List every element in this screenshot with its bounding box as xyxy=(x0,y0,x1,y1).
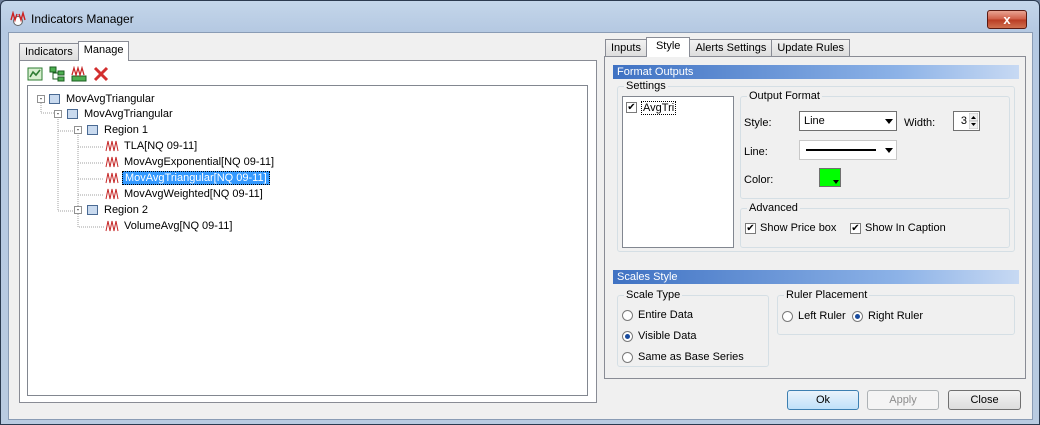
chevron-down-icon xyxy=(885,119,893,124)
close-button[interactable]: Close xyxy=(948,390,1021,410)
show-price-box-checkbox[interactable]: ✔ xyxy=(745,223,756,234)
indicator-wave-icon xyxy=(105,140,119,152)
width-value: 3 xyxy=(960,115,967,127)
scale-type-title: Scale Type xyxy=(624,289,683,301)
indicator-wave-icon xyxy=(105,172,119,184)
style-dropdown[interactable]: Line xyxy=(799,111,897,131)
settings-item-label[interactable]: AvgTri xyxy=(641,101,677,115)
tree-node-label: MovAvgTriangular xyxy=(66,93,155,105)
tree-item-label: MovAvgExponential[NQ 09-11] xyxy=(124,156,275,168)
tree-node-region-1[interactable]: Region 1 xyxy=(87,123,150,137)
ok-button[interactable]: Ok xyxy=(787,390,859,410)
tree-item[interactable]: TLA[NQ 09-11] xyxy=(105,139,199,153)
tree-icon[interactable] xyxy=(49,66,65,82)
tree-node-label: Region 2 xyxy=(104,204,149,216)
tab-manage[interactable]: Manage xyxy=(77,41,130,61)
window-close-button[interactable]: x xyxy=(987,10,1027,29)
tree-node-label: MovAvgTriangular xyxy=(84,108,173,120)
indicator-wave-icon xyxy=(105,188,119,200)
tree-node-root[interactable]: MovAvgTriangular xyxy=(49,92,157,106)
output-format-group: Output Format Style: Line Width: 3 Line:… xyxy=(740,90,1010,199)
tab-alerts-settings[interactable]: Alerts Settings xyxy=(689,39,773,57)
width-label: Width: xyxy=(904,117,936,129)
same-as-base-series-label: Same as Base Series xyxy=(638,351,744,363)
manage-panel: - MovAvgTriangular - MovAvgTriangular - … xyxy=(19,60,597,403)
tree-item[interactable]: VolumeAvg[NQ 09-11] xyxy=(105,219,234,233)
tree-item-label: MovAvgWeighted[NQ 09-11] xyxy=(124,188,263,200)
tree-item[interactable]: MovAvgExponential[NQ 09-11] xyxy=(105,155,276,169)
line-label: Line: xyxy=(744,146,768,158)
right-tab-strip: Inputs Style Alerts Settings Update Rule… xyxy=(605,37,851,57)
panel-icon xyxy=(67,109,78,120)
chevron-down-icon xyxy=(833,180,839,184)
radio-same-as-base-series[interactable] xyxy=(622,352,633,363)
visible-data-label: Visible Data xyxy=(638,330,697,342)
format-outputs-header: Format Outputs xyxy=(613,65,1019,79)
avgtri-checkbox[interactable]: ✔ xyxy=(626,102,637,113)
show-in-caption-checkbox[interactable]: ✔ xyxy=(850,223,861,234)
advanced-group: Advanced ✔ Show Price box ✔ Show In Capt… xyxy=(740,202,1010,248)
show-price-box-label: Show Price box xyxy=(760,222,837,234)
settings-group: Settings ✔ AvgTri Output Format Style: L… xyxy=(617,80,1015,252)
indicator-tree[interactable]: - MovAvgTriangular - MovAvgTriangular - … xyxy=(27,85,588,396)
output-format-title: Output Format xyxy=(747,90,822,102)
style-dropdown-value: Line xyxy=(804,115,825,127)
apply-button[interactable]: Apply xyxy=(867,390,939,410)
settings-list[interactable]: ✔ AvgTri xyxy=(622,96,734,248)
expander-region-1[interactable]: - xyxy=(74,126,82,134)
settings-group-title: Settings xyxy=(624,80,668,92)
right-ruler-label: Right Ruler xyxy=(868,310,924,322)
show-in-caption-label: Show In Caption xyxy=(865,222,946,234)
style-label: Style: xyxy=(744,117,772,129)
color-picker[interactable] xyxy=(819,168,841,187)
region-icon xyxy=(87,205,98,216)
color-label: Color: xyxy=(744,174,774,186)
tree-node-label: Region 1 xyxy=(104,124,149,136)
radio-right-ruler[interactable] xyxy=(852,311,863,322)
advanced-title: Advanced xyxy=(747,202,800,214)
entire-data-label: Entire Data xyxy=(638,309,694,321)
window-title: Indicators Manager xyxy=(31,12,134,26)
indicator-wave-icon xyxy=(105,220,119,232)
tab-update-rules[interactable]: Update Rules xyxy=(771,39,851,57)
radio-visible-data[interactable] xyxy=(622,331,633,342)
scale-type-group: Scale Type Entire Data Visible Data Same… xyxy=(617,289,769,367)
tree-item-label: TLA[NQ 09-11] xyxy=(124,140,198,152)
add-indicator-icon[interactable] xyxy=(27,66,43,82)
indicators-manager-window: Indicators Manager x Indicators Manage -… xyxy=(0,0,1040,425)
scales-style-header: Scales Style xyxy=(613,270,1019,284)
tree-item-label: VolumeAvg[NQ 09-11] xyxy=(124,220,233,232)
tab-inputs[interactable]: Inputs xyxy=(605,39,647,57)
ruler-placement-title: Ruler Placement xyxy=(784,289,870,301)
region-icon xyxy=(87,125,98,136)
delete-icon[interactable] xyxy=(93,66,109,82)
left-ruler-label: Left Ruler xyxy=(798,310,846,322)
indicator-icon[interactable] xyxy=(71,66,87,82)
width-spinner[interactable]: 3 xyxy=(953,111,980,131)
line-sample xyxy=(806,149,876,151)
tab-indicators[interactable]: Indicators xyxy=(19,43,79,61)
tree-node-region-2[interactable]: Region 2 xyxy=(87,203,150,217)
dialog-body: Indicators Manage - MovAvgTriangular - M… xyxy=(8,32,1033,420)
panel-icon xyxy=(49,94,60,105)
tree-item-label: MovAvgTriangular[NQ 09-11] xyxy=(122,171,270,185)
line-dropdown[interactable] xyxy=(799,140,897,160)
chevron-down-icon xyxy=(885,148,893,153)
expander-region-2[interactable]: - xyxy=(74,206,82,214)
expander-child[interactable]: - xyxy=(54,110,62,118)
spinner-arrows-icon[interactable] xyxy=(969,113,978,129)
radio-left-ruler[interactable] xyxy=(782,311,793,322)
left-tab-strip: Indicators Manage xyxy=(19,41,130,61)
tab-style[interactable]: Style xyxy=(645,37,691,57)
tree-item-selected[interactable]: MovAvgTriangular[NQ 09-11] xyxy=(105,171,270,185)
app-icon xyxy=(10,11,26,26)
tree-node-child[interactable]: MovAvgTriangular xyxy=(67,107,175,121)
indicator-wave-icon xyxy=(105,156,119,168)
tree-item[interactable]: MovAvgWeighted[NQ 09-11] xyxy=(105,187,265,201)
expander-root[interactable]: - xyxy=(37,95,45,103)
style-panel: Format Outputs Settings ✔ AvgTri Output … xyxy=(604,56,1026,379)
ruler-placement-group: Ruler Placement Left Ruler Right Ruler xyxy=(777,289,1015,335)
radio-entire-data[interactable] xyxy=(622,310,633,321)
